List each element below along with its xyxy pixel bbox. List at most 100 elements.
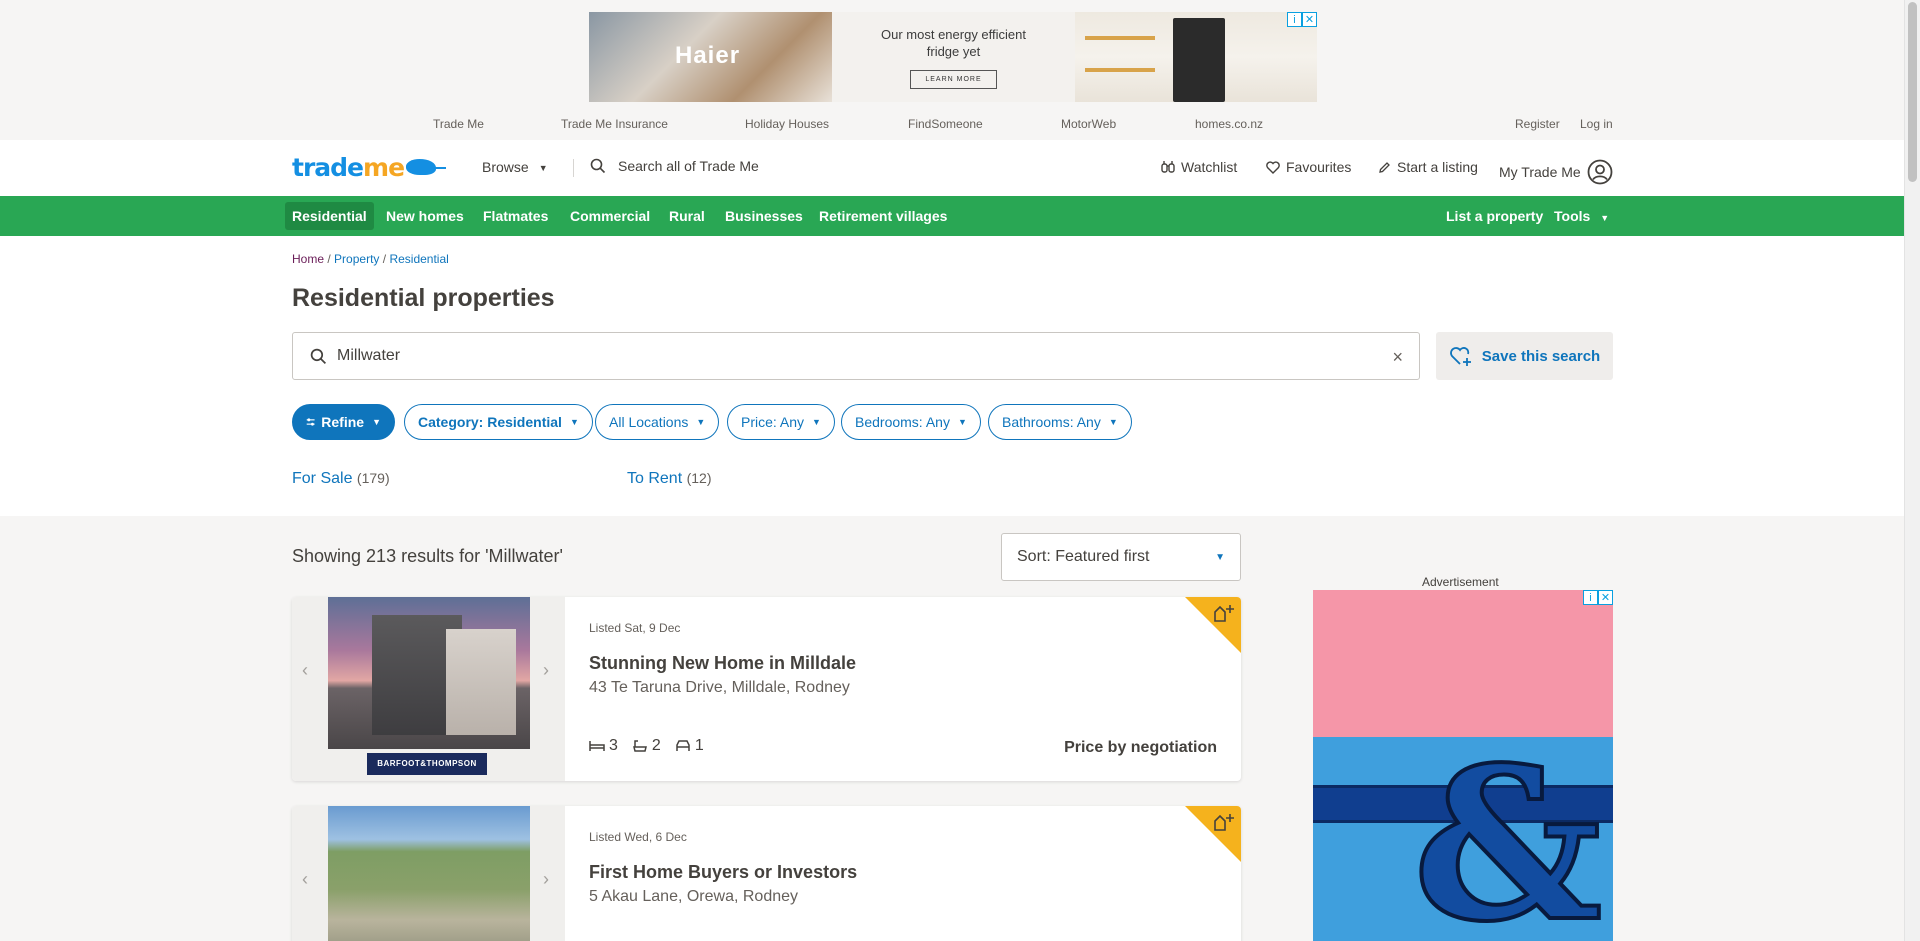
top-ad-area: Haier Our most energy efficient fridge y… [0,0,1904,140]
header-search-placeholder: Search all of Trade Me [618,158,759,174]
bedroom-count: 3 [609,737,618,754]
keyword-search-box: × [292,332,1420,380]
search-header: Home / Property / Residential Residentia… [0,236,1904,516]
refine-button[interactable]: Refine ▼ [292,404,395,440]
trade-me-sites-bar: Trade Me Trade Me Insurance Holiday Hous… [0,117,1904,133]
chevron-left-icon[interactable]: ‹ [302,660,308,681]
bathroom-count: 2 [651,737,661,754]
page-title: Residential properties [292,284,555,312]
bath-icon [632,740,647,752]
sliders-icon [306,418,315,426]
side-advertisement[interactable]: & i ✕ [1313,590,1613,941]
login-link[interactable]: Log in [1580,117,1613,131]
listing-price: Price by negotiation [1064,739,1217,756]
listing-date: Listed Sat, 9 Dec [589,621,681,635]
listing-card[interactable]: ‹ › BARFOOT&THOMPSON Listed Sat, 9 Dec S… [292,597,1241,781]
breadcrumb-separator: / [382,252,387,266]
nav-item-commercial[interactable]: Commercial [570,208,650,224]
tab-to-rent[interactable]: To Rent (12) [627,470,712,488]
location-filter[interactable]: All Locations ▼ [595,404,720,440]
tab-for-sale[interactable]: For Sale (179) [292,470,390,488]
favourites-link[interactable]: Favourites [1266,159,1351,175]
ad-headline: Our most energy efficient fridge yet [881,26,1026,59]
user-avatar-icon [1587,159,1613,185]
info-icon[interactable]: i [1287,12,1302,27]
nav-item-flatmates[interactable]: Flatmates [483,208,548,224]
my-trade-me-link[interactable]: My Trade Me [1499,159,1619,185]
ad-cta-button[interactable]: LEARN MORE [910,69,997,89]
site-link-insurance[interactable]: Trade Me Insurance [561,117,668,131]
caret-down-icon: ▼ [1600,213,1610,223]
watchlist-link[interactable]: Watchlist [1161,159,1237,175]
listing-address: 43 Te Taruna Drive, Milldale, Rodney [589,679,850,696]
close-icon[interactable]: ✕ [1302,12,1317,27]
ad-controls: i ✕ [1287,12,1317,27]
chevron-right-icon[interactable]: › [543,869,549,890]
price-filter[interactable]: Price: Any ▼ [727,404,835,440]
chevron-right-icon[interactable]: › [543,660,549,681]
site-link-findsomeone[interactable]: FindSomeone [908,117,983,131]
heart-plus-icon [1449,347,1471,366]
breadcrumb-property[interactable]: Property [334,252,379,266]
site-link-homes[interactable]: homes.co.nz [1195,117,1263,131]
heart-icon [1266,160,1280,174]
info-icon[interactable]: i [1583,590,1598,605]
nav-item-residential[interactable]: Residential [285,202,374,230]
search-icon [310,348,327,365]
trade-me-logo[interactable]: trademe [292,153,447,182]
tab-count: (179) [356,470,390,486]
scrollbar-thumb[interactable] [1908,2,1917,182]
listing-title[interactable]: First Home Buyers or Investors [589,862,857,883]
top-advertisement[interactable]: Haier Our most energy efficient fridge y… [589,12,1317,102]
caret-down-icon: ▼ [1215,551,1225,563]
ampersand-graphic: & [1411,721,1605,941]
save-search-button[interactable]: Save this search [1436,332,1613,380]
start-listing-link[interactable]: Start a listing [1378,159,1478,175]
browse-menu[interactable]: Browse ▼ [482,159,548,175]
breadcrumb-residential[interactable]: Residential [389,252,448,266]
listing-photo[interactable] [328,597,530,749]
ad-panel-fridge [1075,12,1317,102]
listing-date: Listed Wed, 6 Dec [589,830,687,844]
caret-down-icon: ▼ [812,417,821,427]
site-link-trade-me[interactable]: Trade Me [433,117,484,131]
nav-item-rural[interactable]: Rural [669,208,705,224]
listing-photo[interactable] [328,806,530,941]
site-link-holiday-houses[interactable]: Holiday Houses [745,117,829,131]
breadcrumb-home[interactable]: Home [292,252,324,266]
binoculars-icon [1161,161,1175,173]
parking-count: 1 [694,737,704,754]
sort-select[interactable]: Sort: Featured first ▼ [1001,533,1241,581]
close-icon[interactable]: ✕ [1598,590,1613,605]
caret-down-icon: ▼ [372,417,381,427]
advertisement-label: Advertisement [1422,575,1499,589]
nav-item-businesses[interactable]: Businesses [725,208,803,224]
site-link-motorweb[interactable]: MotorWeb [1061,117,1116,131]
nav-item-new-homes[interactable]: New homes [386,208,464,224]
bed-icon [589,741,605,751]
kiwi-icon [406,159,447,175]
site-header: trademe Browse ▼ Search all of Trade Me W… [0,140,1904,196]
listing-gallery: ‹ › [292,806,565,941]
chevron-left-icon[interactable]: ‹ [302,869,308,890]
clear-search-icon[interactable]: × [1392,347,1403,368]
category-filter[interactable]: Category: Residential ▼ [404,404,593,440]
header-search[interactable]: Search all of Trade Me [590,158,759,174]
nav-item-retirement-villages[interactable]: Retirement villages [819,208,947,224]
featured-house-icon [1214,605,1234,622]
bathrooms-filter[interactable]: Bathrooms: Any ▼ [988,404,1132,440]
listing-card[interactable]: ‹ › Listed Wed, 6 Dec First Home Buyers … [292,806,1241,941]
register-link[interactable]: Register [1515,117,1560,131]
ad-pink-panel [1313,590,1613,737]
caret-down-icon: ▼ [957,417,967,427]
caret-down-icon: ▼ [569,417,579,427]
keyword-search-input[interactable] [337,345,1337,367]
caret-down-icon: ▼ [538,163,548,173]
page-scrollbar[interactable] [1904,0,1920,941]
listing-title[interactable]: Stunning New Home in Milldale [589,653,856,674]
bedrooms-filter[interactable]: Bedrooms: Any ▼ [841,404,981,440]
ad-shelf [1085,36,1155,40]
caret-down-icon: ▼ [696,417,706,427]
tools-menu[interactable]: Tools ▼ [1554,208,1609,224]
list-property-link[interactable]: List a property [1446,208,1543,224]
